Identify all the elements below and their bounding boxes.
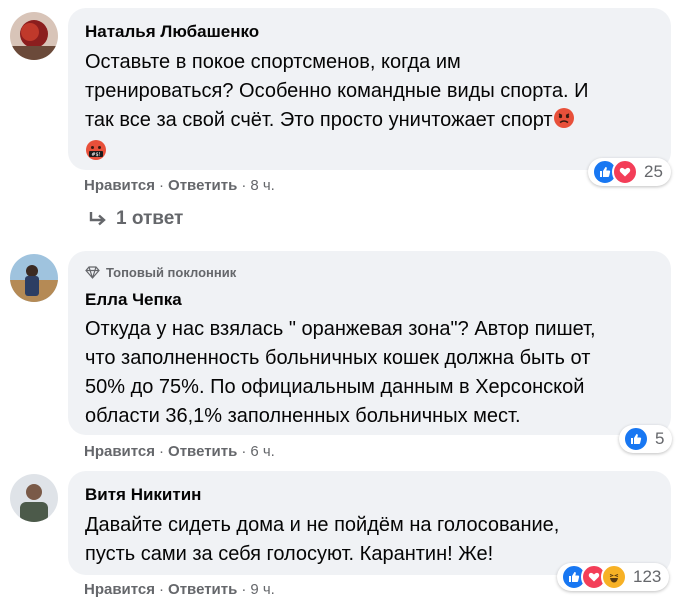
- reaction-count: 25: [644, 162, 663, 181]
- comment-text: Оставьте в покое спортсменов, когда им т…: [85, 48, 665, 170]
- comment-time[interactable]: 9 ч.: [250, 581, 275, 598]
- comment-text: Откуда у нас взялась " оранжевая зона"? …: [85, 318, 596, 427]
- view-replies-link[interactable]: 1 ответ: [88, 208, 183, 230]
- comment-author[interactable]: Наталья Любашенко: [85, 22, 259, 42]
- reply-link[interactable]: Ответить: [168, 443, 237, 460]
- comment-bubble: Наталья Любашенко Оставьте в покое спорт…: [68, 8, 671, 170]
- comment-actions: Нравится · Ответить · 6 ч.: [84, 443, 275, 460]
- reply-link[interactable]: Ответить: [168, 581, 237, 598]
- comment-bubble: Витя Никитин Давайте сидеть дома и не по…: [68, 471, 671, 575]
- reactions-summary[interactable]: 123: [557, 563, 670, 591]
- reaction-count: 123: [633, 567, 662, 586]
- haha-icon: [601, 564, 627, 590]
- reaction-count: 5: [655, 429, 665, 448]
- comment-actions: Нравится · Ответить · 9 ч.: [84, 581, 275, 598]
- reactions-summary[interactable]: 25: [588, 158, 671, 186]
- comment-actions: Нравится · Ответить · 8 ч.: [84, 177, 275, 194]
- like-link[interactable]: Нравится: [84, 177, 155, 194]
- comment-text: Давайте сидеть дома и не пойдём на голос…: [85, 514, 560, 565]
- like-link[interactable]: Нравится: [84, 581, 155, 598]
- comment-author[interactable]: Елла Чепка: [85, 290, 182, 310]
- pouting-face-icon: [553, 107, 575, 138]
- replies-count: 1 ответ: [116, 208, 184, 229]
- comment-bubble: Топовый поклонник Елла Чепка Откуда у на…: [68, 251, 671, 435]
- like-link[interactable]: Нравится: [84, 443, 155, 460]
- avatar[interactable]: [10, 12, 58, 60]
- like-icon: [623, 426, 649, 452]
- reply-arrow-icon: [88, 210, 108, 228]
- comment-time[interactable]: 6 ч.: [250, 443, 275, 460]
- avatar[interactable]: [10, 254, 58, 302]
- diamond-icon: [85, 266, 100, 279]
- reply-link[interactable]: Ответить: [168, 177, 237, 194]
- top-fan-badge[interactable]: Топовый поклонник: [85, 265, 236, 280]
- reactions-summary[interactable]: 5: [619, 425, 673, 453]
- love-icon: [612, 159, 638, 185]
- comment-author[interactable]: Витя Никитин: [85, 485, 201, 505]
- cursing-face-icon: #$!: [85, 139, 107, 170]
- comment-time[interactable]: 8 ч.: [250, 177, 275, 194]
- avatar[interactable]: [10, 474, 58, 522]
- svg-text:#$!: #$!: [91, 152, 100, 158]
